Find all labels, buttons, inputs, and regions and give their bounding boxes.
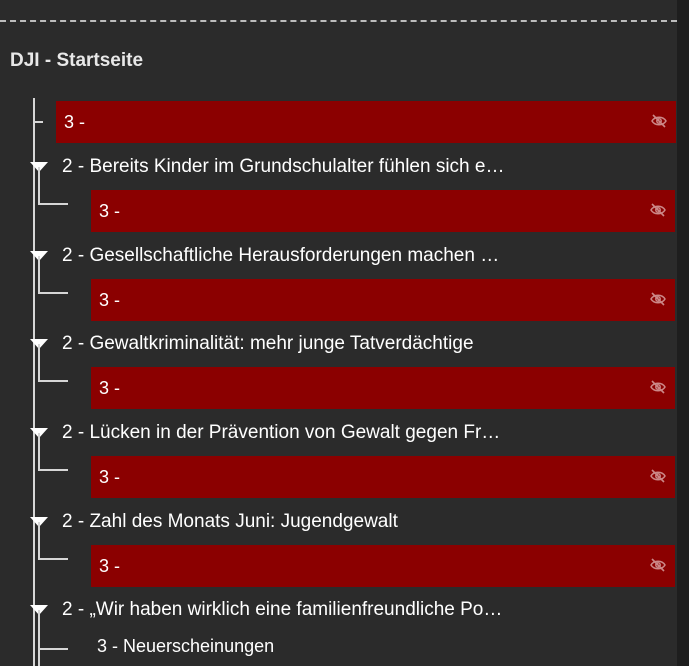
tree-root-title[interactable]: DJI - Startseite — [10, 50, 143, 72]
tree-node-label[interactable]: 2 - Gesellschaftliche Herausforderungen … — [62, 245, 672, 267]
tree-node-label[interactable]: 2 - „Wir haben wirklich eine familienfre… — [62, 599, 672, 621]
tree-connector — [38, 167, 40, 203]
divider — [0, 20, 677, 22]
tree-item-label: 3 - — [99, 200, 121, 221]
tree-connector — [38, 469, 68, 471]
tree-node-label[interactable]: 2 - Lücken in der Prävention von Gewalt … — [62, 422, 672, 444]
page-tree-panel: DJI - Startseite 3 - 2 - Bereits Kinder … — [0, 0, 677, 666]
tree-connector — [33, 121, 43, 123]
tree-node-label[interactable]: 2 - Bereits Kinder im Grundschulalter fü… — [62, 156, 672, 178]
tree-window: DJI - Startseite 3 - 2 - Bereits Kinder … — [0, 0, 689, 666]
tree-item-hidden-page[interactable]: 3 - — [56, 101, 676, 143]
tree-item-label: 3 - — [99, 466, 121, 487]
tree-connector — [38, 610, 40, 666]
tree-node-label[interactable]: 2 - Zahl des Monats Juni: Jugendgewalt — [62, 511, 672, 533]
tree-item-hidden-page[interactable]: 3 - — [91, 190, 675, 232]
tree-node-label[interactable]: 2 - Gewaltkriminalität: mehr junge Tatve… — [62, 333, 672, 355]
tree-item-hidden-page[interactable]: 3 - — [91, 279, 675, 321]
tree-item-label: 3 - — [64, 111, 86, 132]
tree-item-hidden-page[interactable]: 3 - — [91, 456, 675, 498]
eye-slash-icon[interactable] — [649, 203, 667, 217]
eye-slash-icon[interactable] — [649, 469, 667, 483]
eye-slash-icon[interactable] — [650, 114, 668, 128]
tree-connector — [38, 292, 68, 294]
tree-connector — [38, 380, 68, 382]
eye-slash-icon[interactable] — [649, 380, 667, 394]
tree-item-hidden-page[interactable]: 3 - — [91, 545, 675, 587]
tree-connector — [38, 558, 68, 560]
eye-slash-icon[interactable] — [649, 558, 667, 572]
tree-item-label: 3 - — [99, 377, 121, 398]
tree-connector — [38, 433, 40, 469]
tree-item-label: 3 - — [99, 555, 121, 576]
tree-connector — [33, 98, 35, 666]
tree-connector — [38, 522, 40, 558]
eye-slash-icon[interactable] — [649, 292, 667, 306]
tree-connector — [38, 344, 40, 380]
tree-connector — [38, 256, 40, 292]
tree-item-hidden-page[interactable]: 3 - — [91, 367, 675, 409]
tree-connector — [38, 648, 68, 650]
tree-connector — [38, 203, 68, 205]
tree-item-label[interactable]: 3 - Neuerscheinungen — [97, 636, 667, 657]
tree-item-label: 3 - — [99, 289, 121, 310]
